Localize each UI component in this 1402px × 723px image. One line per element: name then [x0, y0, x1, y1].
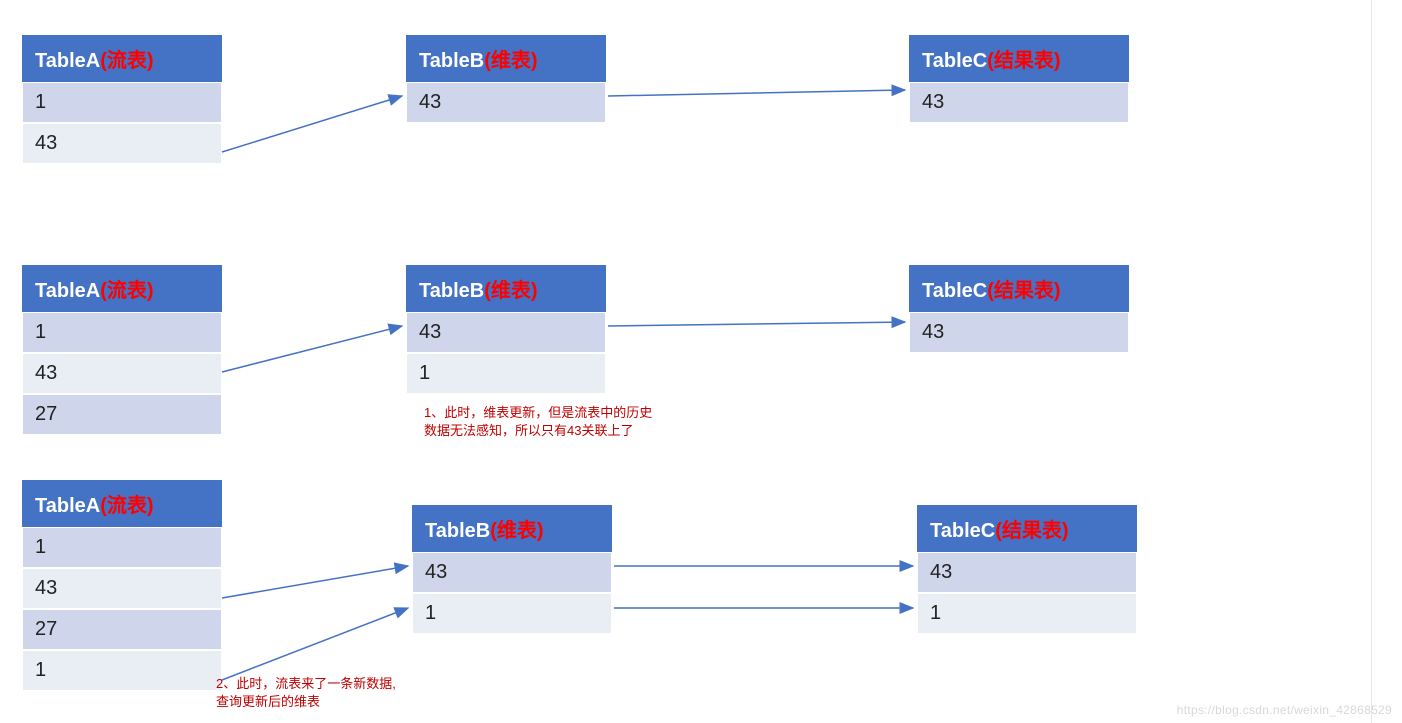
- table-header: TableA(流表): [22, 35, 222, 82]
- arrow-a-to-b-s2: [222, 326, 402, 372]
- table-row: 1: [412, 593, 612, 634]
- table-row: 43: [909, 312, 1129, 353]
- header-suffix: (结果表): [987, 280, 1060, 302]
- header-prefix: TableC: [930, 520, 995, 542]
- header-suffix: (流表): [100, 495, 153, 517]
- table-row: 43: [917, 552, 1137, 593]
- table-row: 43: [406, 82, 606, 123]
- table-header: TableC(结果表): [909, 35, 1129, 82]
- table-header: TableB(维表): [406, 265, 606, 312]
- right-divider: [1371, 0, 1372, 723]
- header-suffix: (维表): [484, 280, 537, 302]
- scene3-note: 2、此时，流表来了一条新数据, 查询更新后的维表: [216, 675, 396, 711]
- table-header: TableC(结果表): [917, 505, 1137, 552]
- header-prefix: TableA: [35, 280, 100, 302]
- arrow-a-to-b-s1: [222, 96, 402, 152]
- header-suffix: (结果表): [995, 520, 1068, 542]
- header-prefix: TableB: [425, 520, 490, 542]
- header-suffix: (维表): [484, 50, 537, 72]
- scene3-table-c: TableC(结果表) 43 1: [917, 505, 1137, 634]
- scene1-table-b: TableB(维表) 43: [406, 35, 606, 123]
- table-row: 43: [406, 312, 606, 353]
- header-prefix: TableB: [419, 280, 484, 302]
- arrow-a43-to-b-s3: [222, 566, 408, 598]
- table-header: TableA(流表): [22, 265, 222, 312]
- table-header: TableB(维表): [412, 505, 612, 552]
- arrow-b-to-c-s1: [608, 90, 905, 96]
- table-row: 1: [22, 82, 222, 123]
- header-prefix: TableB: [419, 50, 484, 72]
- table-row: 43: [412, 552, 612, 593]
- table-row: 1: [22, 312, 222, 353]
- table-row: 1: [22, 650, 222, 691]
- header-suffix: (维表): [490, 520, 543, 542]
- scene3-table-b: TableB(维表) 43 1: [412, 505, 612, 634]
- table-row: 43: [22, 568, 222, 609]
- header-prefix: TableC: [922, 280, 987, 302]
- scene1-table-c: TableC(结果表) 43: [909, 35, 1129, 123]
- table-row: 43: [909, 82, 1129, 123]
- table-row: 43: [22, 123, 222, 164]
- scene2-table-b: TableB(维表) 43 1: [406, 265, 606, 394]
- scene2-table-a: TableA(流表) 1 43 27: [22, 265, 222, 435]
- header-suffix: (结果表): [987, 50, 1060, 72]
- scene3-table-a: TableA(流表) 1 43 27 1: [22, 480, 222, 691]
- scene2-table-c: TableC(结果表) 43: [909, 265, 1129, 353]
- header-suffix: (流表): [100, 280, 153, 302]
- table-row: 1: [406, 353, 606, 394]
- table-row: 27: [22, 394, 222, 435]
- arrow-b-to-c-s2: [608, 322, 905, 326]
- table-row: 1: [22, 527, 222, 568]
- table-row: 1: [917, 593, 1137, 634]
- table-row: 43: [22, 353, 222, 394]
- table-header: TableA(流表): [22, 480, 222, 527]
- header-suffix: (流表): [100, 50, 153, 72]
- table-header: TableB(维表): [406, 35, 606, 82]
- scene2-note: 1、此时，维表更新，但是流表中的历史 数据无法感知，所以只有43关联上了: [424, 404, 652, 440]
- arrow-a1-to-b-s3: [222, 608, 408, 680]
- watermark: https://blog.csdn.net/weixin_42868529: [1177, 703, 1392, 717]
- table-row: 27: [22, 609, 222, 650]
- diagram-canvas: TableA(流表) 1 43 TableB(维表) 43 TableC(结果表…: [0, 0, 1402, 723]
- header-prefix: TableA: [35, 495, 100, 517]
- table-header: TableC(结果表): [909, 265, 1129, 312]
- header-prefix: TableC: [922, 50, 987, 72]
- header-prefix: TableA: [35, 50, 100, 72]
- scene1-table-a: TableA(流表) 1 43: [22, 35, 222, 164]
